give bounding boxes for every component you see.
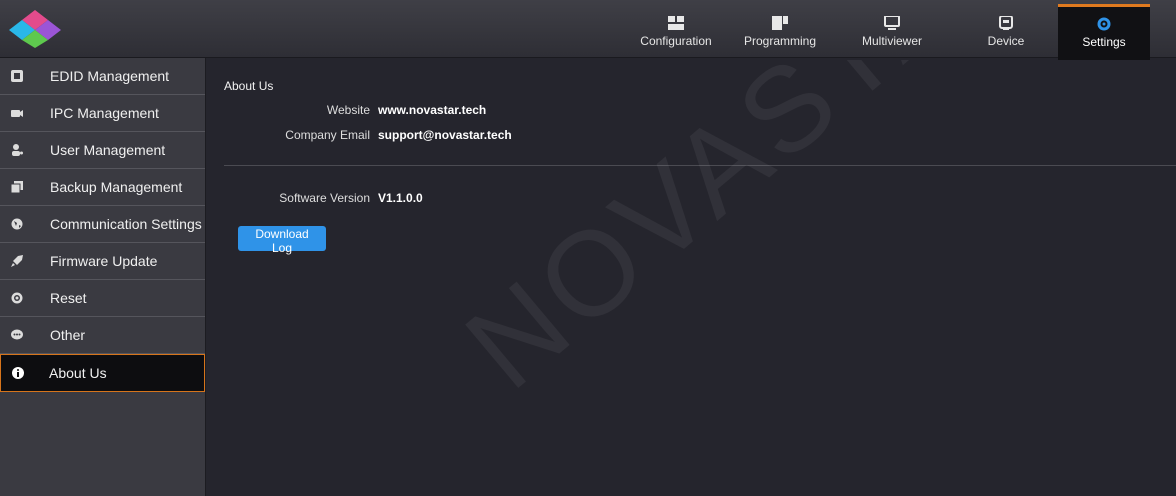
sidebar-item-label: Firmware Update [50,253,158,269]
backup-icon [11,181,23,193]
sidebar-item-edid-management[interactable]: EDID Management [0,58,205,95]
tab-multiviewer[interactable]: Multiviewer [846,6,938,57]
sidebar-item-ipc-management[interactable]: IPC Management [0,95,205,132]
reset-icon [11,292,23,304]
sidebar-item-user-management[interactable]: User Management [0,132,205,169]
user-icon [12,144,23,156]
main-content: About Us Website www.novastar.tech Compa… [206,58,1176,496]
sidebar-item-about-us[interactable]: About Us [0,354,205,392]
sidebar-item-label: User Management [50,142,166,158]
tab-settings[interactable]: Settings [1058,4,1150,60]
divider [224,165,1176,166]
chat-icon [11,329,23,340]
website-value: www.novastar.tech [378,103,487,117]
configuration-icon [668,16,684,30]
programming-icon [772,16,788,30]
info-icon [12,367,24,379]
tab-device[interactable]: Device [960,6,1052,57]
app-logo [9,10,61,48]
sidebar-item-label: About Us [49,365,107,381]
section-title: About Us [224,79,274,93]
gear-icon [1097,17,1111,31]
tab-settings-label: Settings [1082,35,1126,49]
edid-icon [11,70,23,82]
company-email-label: Company Email [285,128,370,142]
rocket-icon [11,255,23,267]
ipc-icon [11,110,23,117]
tab-multiviewer-label: Multiviewer [861,34,922,48]
tab-programming[interactable]: Programming [734,6,826,57]
tab-configuration-label: Configuration [640,34,712,48]
monitor-icon [884,16,900,30]
software-version-value: V1.1.0.0 [378,191,423,205]
sidebar-item-reset[interactable]: Reset [0,280,205,317]
device-icon [999,16,1013,30]
sidebar-item-label: Communication Settings [50,216,202,232]
company-email-value: support@novastar.tech [378,128,512,142]
sidebar-item-label: EDID Management [50,68,170,84]
top-navigation-bar: Configuration Programming Multiviewer De… [0,0,1176,60]
tab-device-label: Device [987,34,1025,48]
sidebar-item-label: Reset [50,290,87,306]
sidebar-item-other[interactable]: Other [0,317,205,354]
sidebar-item-firmware-update[interactable]: Firmware Update [0,243,205,280]
website-label: Website [326,103,370,117]
tab-programming-label: Programming [743,34,817,48]
sidebar-item-communication-settings[interactable]: Communication Settings [0,206,205,243]
tab-configuration[interactable]: Configuration [630,6,722,57]
sidebar-item-label: Other [50,327,86,343]
globe-icon [11,218,23,230]
software-version-label: Software Version [279,191,370,205]
sidebar-item-label: Backup Management [50,179,183,195]
sidebar-item-backup-management[interactable]: Backup Management [0,169,205,206]
sidebar: EDID Management IPC Management User Mana… [0,58,206,496]
sidebar-item-label: IPC Management [50,105,159,121]
download-log-button[interactable]: Download Log [238,226,326,255]
